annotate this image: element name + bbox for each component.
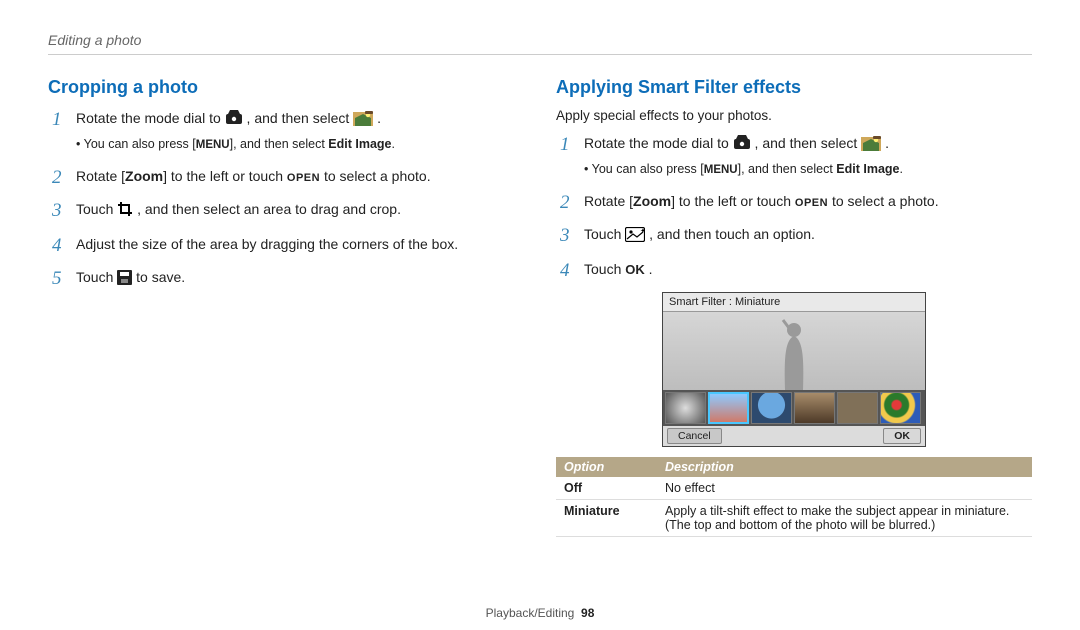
smartfilter-title: Applying Smart Filter effects [556, 77, 1032, 98]
text: Touch [584, 226, 625, 242]
option-desc: No effect [657, 477, 1032, 500]
crop-step-2: Rotate [Zoom] to the left or touch OPEN … [48, 166, 524, 187]
filter-options-table: Option Description Off No effect Miniatu… [556, 457, 1032, 537]
table-header-description: Description [657, 457, 1032, 477]
edit-tool-icon [861, 135, 881, 156]
text: . [900, 162, 903, 176]
option-desc: Apply a tilt-shift effect to make the su… [657, 500, 1032, 537]
filter-thumb-selected[interactable] [708, 392, 749, 424]
text: , and then select [755, 135, 862, 151]
filter-step-1: Rotate the mode dial to , and then selec… [556, 133, 1032, 179]
filter-step-2: Rotate [Zoom] to the left or touch OPEN … [556, 191, 1032, 212]
zoom-label: Zoom [633, 193, 671, 209]
text: , and then select [247, 110, 354, 126]
camera-ok-button[interactable]: OK [883, 428, 921, 444]
filter-step-3: Touch ✦ , and then touch an option. [556, 224, 1032, 247]
svg-text:✦: ✦ [640, 227, 645, 235]
text: You can also press [ [84, 137, 196, 151]
text: Touch [584, 261, 625, 277]
crop-icon [117, 201, 133, 222]
option-name: Miniature [556, 500, 657, 537]
text: Touch [76, 201, 117, 217]
right-column: Applying Smart Filter effects Apply spec… [556, 77, 1032, 537]
text: You can also press [ [592, 162, 704, 176]
text: Touch [76, 269, 117, 285]
crop-step-3: Touch , and then select an area to drag … [48, 199, 524, 222]
smartfilter-intro: Apply special effects to your photos. [556, 108, 1032, 123]
filter-thumb[interactable] [751, 392, 792, 424]
camera-preview-area [663, 312, 925, 390]
edit-tool-icon [353, 110, 373, 131]
table-header-option: Option [556, 457, 657, 477]
text: , and then touch an option. [649, 226, 815, 242]
open-label: OPEN [287, 172, 320, 184]
text: . [392, 137, 395, 151]
text: Rotate [ [76, 168, 125, 184]
text: ] to the left or touch [671, 193, 795, 209]
text: Rotate the mode dial to [584, 135, 733, 151]
table-row: Miniature Apply a tilt-shift effect to m… [556, 500, 1032, 537]
footer-page-number: 98 [581, 606, 594, 620]
text: . [377, 110, 381, 126]
edit-image-label: Edit Image [836, 162, 899, 176]
camera-cancel-button[interactable]: Cancel [667, 428, 722, 444]
text: ] to the left or touch [163, 168, 287, 184]
mode-dial-icon [733, 135, 751, 156]
mode-dial-icon [225, 110, 243, 131]
camera-preview-screen: Smart Filter : Miniature [662, 292, 926, 447]
text: Rotate the mode dial to [76, 110, 225, 126]
zoom-label: Zoom [125, 168, 163, 184]
crop-step-1: Rotate the mode dial to , and then selec… [48, 108, 524, 154]
option-name: Off [556, 477, 657, 500]
filter-thumb[interactable] [794, 392, 835, 424]
crop-step-5: Touch to save. [48, 267, 524, 290]
text: Rotate [ [584, 193, 633, 209]
filter-step-4: Touch OK . [556, 259, 1032, 280]
edit-image-label: Edit Image [328, 137, 391, 151]
left-column: Cropping a photo Rotate the mode dial to… [48, 77, 524, 537]
text: to save. [136, 269, 185, 285]
text: ], and then select [738, 162, 837, 176]
text: , and then select an area to drag and cr… [137, 201, 401, 217]
save-icon [117, 270, 132, 290]
crop-step-4: Adjust the size of the area by dragging … [48, 234, 524, 254]
filter-thumbnail-strip [663, 390, 925, 426]
breadcrumb: Editing a photo [48, 32, 1032, 55]
menu-button-label: MENU [704, 164, 738, 176]
filter-step-1-note: You can also press [MENU], and then sele… [584, 160, 1032, 179]
text: to select a photo. [828, 193, 939, 209]
filter-image-icon: ✦ [625, 227, 645, 247]
camera-screen-title: Smart Filter : Miniature [663, 293, 925, 312]
page-footer: Playback/Editing 98 [0, 606, 1080, 620]
text: to select a photo. [320, 168, 431, 184]
footer-section: Playback/Editing [486, 606, 575, 620]
menu-button-label: MENU [196, 139, 230, 151]
filter-thumb[interactable] [837, 392, 878, 424]
text: ], and then select [230, 137, 329, 151]
text: . [649, 261, 653, 277]
filter-thumb[interactable] [880, 392, 921, 424]
text: . [885, 135, 889, 151]
person-silhouette-icon [775, 318, 813, 390]
crop-step-1-note: You can also press [MENU], and then sele… [76, 135, 524, 154]
open-label: OPEN [795, 197, 828, 209]
cropping-title: Cropping a photo [48, 77, 524, 98]
filter-thumb[interactable] [665, 392, 706, 424]
table-row: Off No effect [556, 477, 1032, 500]
ok-button-label: OK [625, 262, 645, 277]
